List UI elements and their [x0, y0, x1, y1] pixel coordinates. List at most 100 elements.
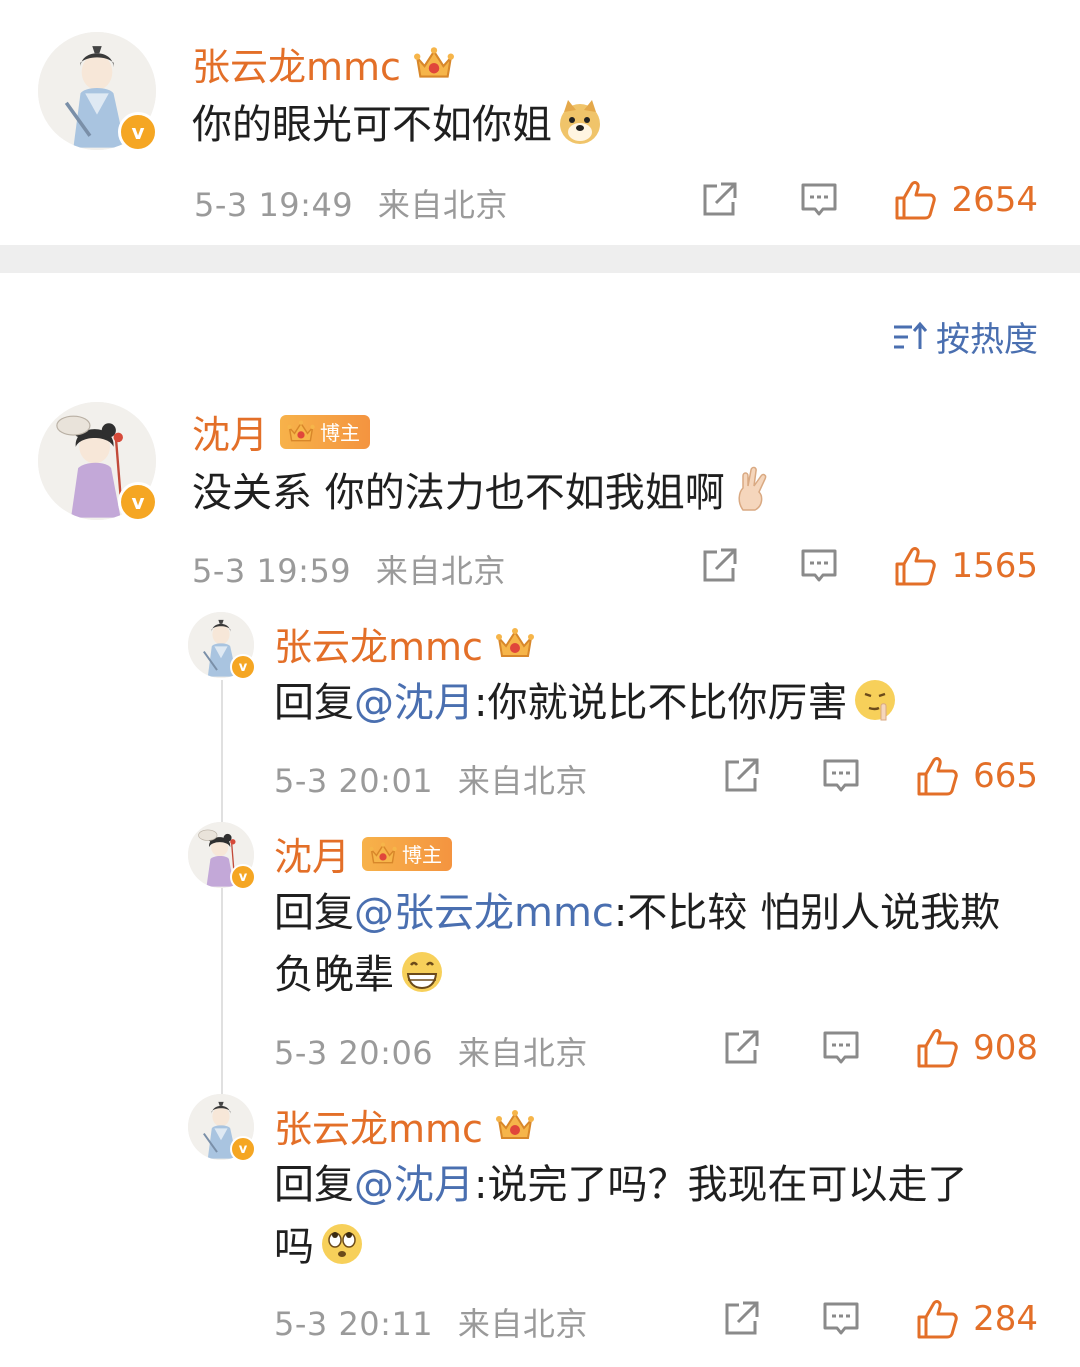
like-button[interactable]: 908 [915, 1026, 1038, 1070]
comment-icon[interactable] [821, 756, 861, 796]
share-icon[interactable] [699, 546, 739, 586]
reply-text-continued: 吗 [274, 1216, 366, 1278]
username[interactable]: 张云龙mmc [274, 616, 483, 671]
reply-body: 吗 [274, 1224, 314, 1270]
timestamp: 5-3 19:59 [192, 552, 352, 590]
avatar[interactable]: v [38, 402, 158, 522]
like-button[interactable]: 284 [915, 1297, 1038, 1341]
verified-badge-icon: v [230, 864, 256, 890]
reply-body: :不比较 怕别人说我欺 [613, 890, 1001, 936]
blogger-badge: 博主 [362, 836, 453, 871]
eye-roll-emoji-icon [322, 1224, 362, 1264]
reply-author-row: 沈月 博主 [274, 826, 453, 881]
mention-link[interactable]: @沈月 [354, 680, 474, 726]
timestamp: 5-3 19:49 [194, 186, 354, 224]
section-divider [0, 245, 1080, 273]
like-count: 665 [973, 756, 1038, 796]
like-count: 2654 [951, 180, 1038, 220]
reply-text: 回复@沈月:说完了吗？我现在可以走了 [274, 1154, 967, 1216]
top-comment-card: v 张云龙mmc 你的眼光可不如你姐 5-3 19:49 来自北京 2654 [0, 0, 1080, 245]
username[interactable]: 沈月 [192, 404, 268, 459]
sort-label: 按热度 [936, 320, 1038, 360]
comment-icon[interactable] [799, 180, 839, 220]
comment-text: 没关系 你的法力也不如我姐啊 [192, 462, 777, 524]
reply-body: :说完了吗？我现在可以走了 [474, 1162, 968, 1208]
crown-icon [495, 1108, 535, 1144]
grin-emoji-icon [402, 952, 442, 992]
thumbs-up-icon [915, 1026, 959, 1070]
thumbs-up-icon [915, 754, 959, 798]
username[interactable]: 张云龙mmc [274, 1098, 483, 1153]
reply-text: 回复@沈月:你就说比不比你厉害 [274, 672, 899, 734]
verified-badge-icon: v [230, 1136, 256, 1162]
location: 来自北京 [457, 762, 588, 800]
mention-link[interactable]: @张云龙mmc [354, 890, 614, 936]
thread-line [221, 680, 223, 1098]
reply-actions: 284 [721, 1297, 1038, 1341]
comment-icon[interactable] [821, 1028, 861, 1068]
avatar[interactable]: v [188, 1094, 256, 1162]
comment-body: 没关系 你的法力也不如我姐啊 [192, 470, 725, 516]
location: 来自北京 [377, 186, 508, 224]
reply-meta: 5-3 20:06 来自北京 [274, 1028, 588, 1074]
reply-actions: 908 [721, 1026, 1038, 1070]
blogger-badge-label: 博主 [320, 421, 361, 445]
reply-prefix: 回复 [274, 680, 354, 726]
timestamp: 5-3 20:06 [274, 1034, 434, 1072]
like-count: 1565 [951, 546, 1038, 586]
mention-link[interactable]: @沈月 [354, 1162, 474, 1208]
avatar[interactable]: v [38, 32, 158, 152]
share-icon[interactable] [699, 180, 739, 220]
reply-author-row: 张云龙mmc [274, 616, 535, 671]
reply-actions: 665 [721, 754, 1038, 798]
verified-badge-icon: v [230, 654, 256, 680]
location: 来自北京 [457, 1034, 588, 1072]
avatar[interactable]: v [188, 612, 256, 680]
verified-badge-icon: v [118, 482, 158, 522]
comment-actions: 1565 [699, 544, 1038, 588]
like-button[interactable]: 2654 [893, 178, 1038, 222]
reply-prefix: 回复 [274, 890, 354, 936]
like-count: 908 [973, 1028, 1038, 1068]
shush-emoji-icon [855, 680, 896, 721]
username[interactable]: 张云龙mmc [192, 36, 401, 91]
avatar[interactable]: v [188, 822, 256, 890]
doge-emoji-icon [560, 100, 600, 144]
sort-icon [894, 321, 928, 349]
comment-icon[interactable] [799, 546, 839, 586]
like-count: 284 [973, 1299, 1038, 1339]
crown-icon [413, 45, 455, 83]
blogger-badge: 博主 [280, 414, 371, 449]
like-button[interactable]: 665 [915, 754, 1038, 798]
reply-meta: 5-3 20:01 来自北京 [274, 756, 588, 802]
comment-author-row: 张云龙mmc [192, 36, 455, 91]
location: 来自北京 [375, 552, 506, 590]
share-icon[interactable] [721, 756, 761, 796]
reply-text-continued: 负晚辈 [274, 944, 446, 1006]
comment-meta: 5-3 19:59 来自北京 [192, 546, 506, 592]
verified-badge-icon: v [118, 112, 158, 152]
ok-hand-emoji-icon [738, 466, 766, 511]
thumbs-up-icon [915, 1297, 959, 1341]
comment-icon[interactable] [821, 1299, 861, 1339]
reply-meta: 5-3 20:11 来自北京 [274, 1299, 588, 1345]
reply-prefix: 回复 [274, 1162, 354, 1208]
reply-body: 负晚辈 [274, 952, 394, 998]
thumbs-up-icon [893, 544, 937, 588]
comment-text: 你的眼光可不如你姐 [192, 94, 604, 156]
reply-author-row: 张云龙mmc [274, 1098, 535, 1153]
crown-icon [495, 626, 535, 662]
share-icon[interactable] [721, 1028, 761, 1068]
share-icon[interactable] [721, 1299, 761, 1339]
comment-author-row: 沈月 博主 [192, 404, 371, 459]
sort-toggle[interactable]: 按热度 [892, 312, 1038, 361]
location: 来自北京 [457, 1305, 588, 1343]
timestamp: 5-3 20:11 [274, 1305, 434, 1343]
timestamp: 5-3 20:01 [274, 762, 434, 800]
reply-body: :你就说比不比你厉害 [474, 680, 848, 726]
like-button[interactable]: 1565 [893, 544, 1038, 588]
thumbs-up-icon [893, 178, 937, 222]
comment-body: 你的眼光可不如你姐 [192, 102, 552, 148]
username[interactable]: 沈月 [274, 826, 350, 881]
blogger-badge-label: 博主 [402, 843, 443, 867]
